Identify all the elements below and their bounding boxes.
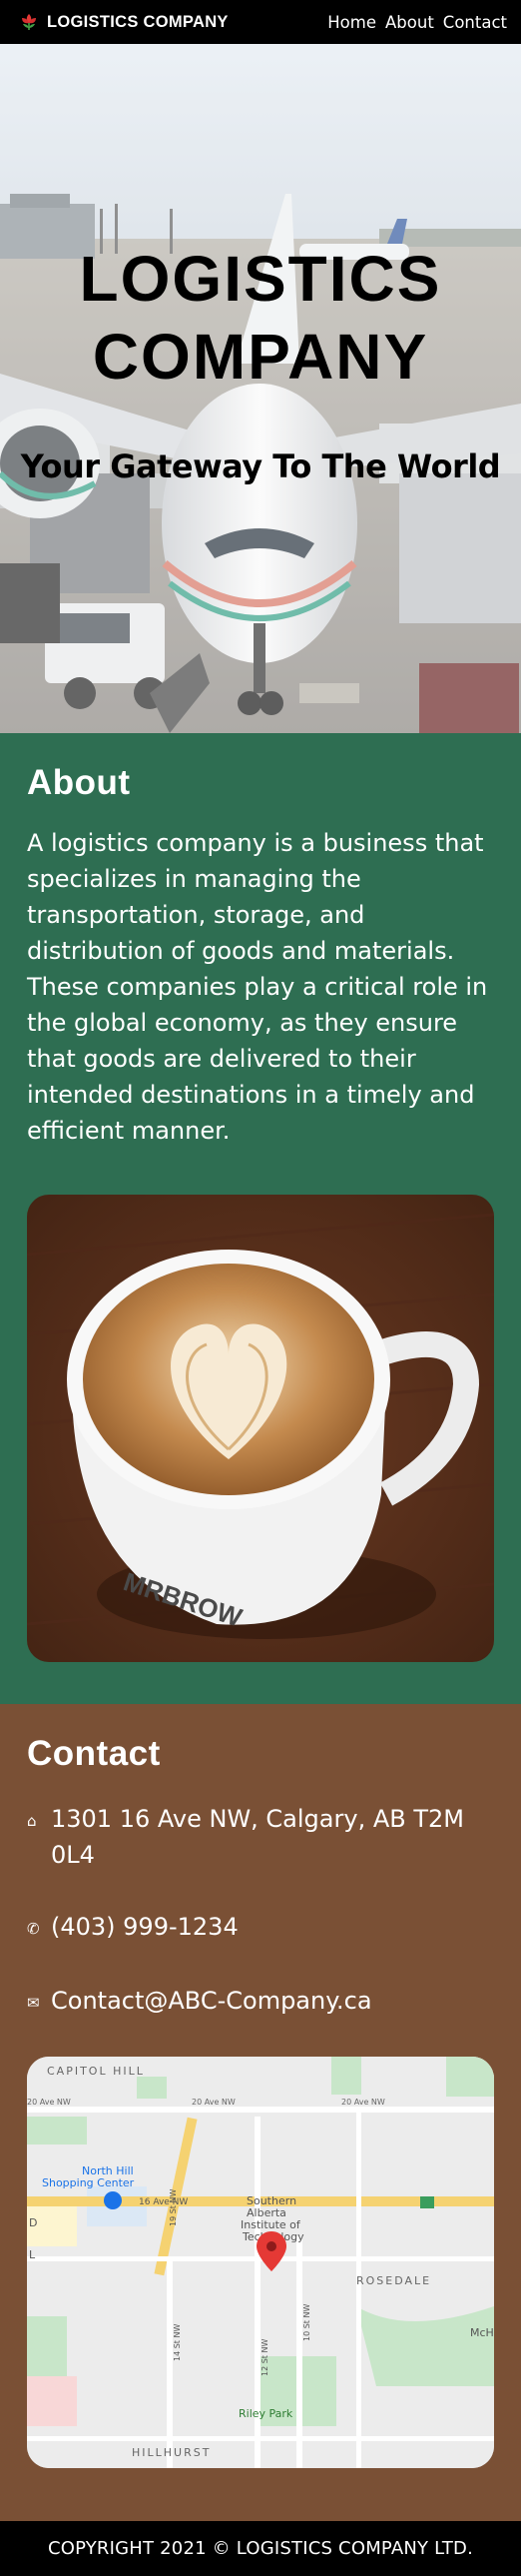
map-label-12-st: 12 St NW: [260, 2339, 269, 2376]
copyright-text: COPYRIGHT 2021 © LOGISTICS COMPANY LTD.: [47, 2538, 474, 2559]
contact-phone[interactable]: ✆ (403) 999-1234: [27, 1909, 494, 1947]
about-section: About A logistics company is a business …: [0, 733, 521, 1704]
about-text: A logistics company is a business that s…: [27, 829, 488, 1145]
email-text[interactable]: Contact@ABC-Company.ca: [51, 1983, 372, 2019]
brand-name: LOGISTICS COMPANY: [47, 12, 229, 31]
contact-title: Contact: [27, 1734, 161, 1773]
map-marker-icon: [420, 2196, 434, 2208]
hero-subtitle: Your Gateway To The World: [20, 447, 501, 485]
map-label-14-st: 14 St NW: [173, 2324, 182, 2361]
map-label-20-ave-mid: 20 Ave NW: [192, 2098, 236, 2107]
red-flower-icon: [22, 14, 36, 30]
map-label-d: D: [29, 2216, 37, 2229]
hero-title: LOGISTICS COMPANY: [0, 240, 521, 396]
nav-links: Home About Contact: [327, 13, 507, 32]
map-label-20-ave-left: 20 Ave NW: [27, 2098, 71, 2107]
address-text: 1301 16 Ave NW, Calgary, AB T2M 0L4: [51, 1805, 464, 1869]
contact-email[interactable]: ✉ Contact@ABC-Company.ca: [27, 1983, 494, 2021]
home-icon: ⌂: [27, 1812, 37, 1830]
contact-section: Contact ⌂ 1301 16 Ave NW, Calgary, AB T2…: [0, 1704, 521, 2521]
contact-address: ⌂ 1301 16 Ave NW, Calgary, AB T2M 0L4: [27, 1801, 494, 1873]
map-label-16-ave: 16 Ave NW: [139, 2197, 188, 2207]
hero-title-line2: COMPANY: [92, 321, 429, 393]
map[interactable]: CAPITOL HILL 20 Ave NW 20 Ave NW 20 Ave …: [27, 2057, 494, 2468]
contact-list: ⌂ 1301 16 Ave NW, Calgary, AB T2M 0L4 ✆ …: [27, 1801, 494, 2021]
mail-icon: ✉: [27, 1994, 40, 2012]
map-label-shopping-center: Shopping Center: [42, 2176, 135, 2189]
latte-art-coffee-cup-photo: MRBROW: [27, 1195, 494, 1662]
nav-link-about[interactable]: About: [385, 13, 434, 32]
map-label-rosedale: ROSEDALE: [356, 2274, 431, 2287]
nav-link-contact[interactable]: Contact: [443, 13, 507, 32]
hero-section: LOGISTICS COMPANY Your Gateway To The Wo…: [0, 44, 521, 733]
map-label-capitol-hill: CAPITOL HILL: [47, 2065, 145, 2078]
map-label-mch: McH: [470, 2326, 494, 2339]
nav-link-home[interactable]: Home: [327, 13, 376, 32]
navbar: LOGISTICS COMPANY Home About Contact: [0, 0, 521, 44]
map-label-19-st: 19 St NW: [169, 2189, 178, 2226]
map-label-riley-park: Riley Park: [239, 2407, 293, 2420]
hero-title-line1: LOGISTICS: [79, 243, 442, 315]
about-title: About: [27, 763, 131, 802]
footer: COPYRIGHT 2021 © LOGISTICS COMPANY LTD.: [0, 2521, 521, 2576]
phone-icon: ✆: [27, 1920, 40, 1938]
shopping-center-pin-icon: [104, 2191, 122, 2209]
map-label-20-ave-right: 20 Ave NW: [341, 2098, 385, 2107]
map-label-l: L: [29, 2248, 36, 2261]
map-label-hillhurst: HILLHURST: [132, 2446, 211, 2459]
phone-text[interactable]: (403) 999-1234: [51, 1909, 239, 1945]
brand[interactable]: LOGISTICS COMPANY: [18, 11, 229, 33]
hero-text: LOGISTICS COMPANY Your Gateway To The Wo…: [0, 240, 521, 485]
map-label-10-st: 10 St NW: [302, 2304, 311, 2341]
